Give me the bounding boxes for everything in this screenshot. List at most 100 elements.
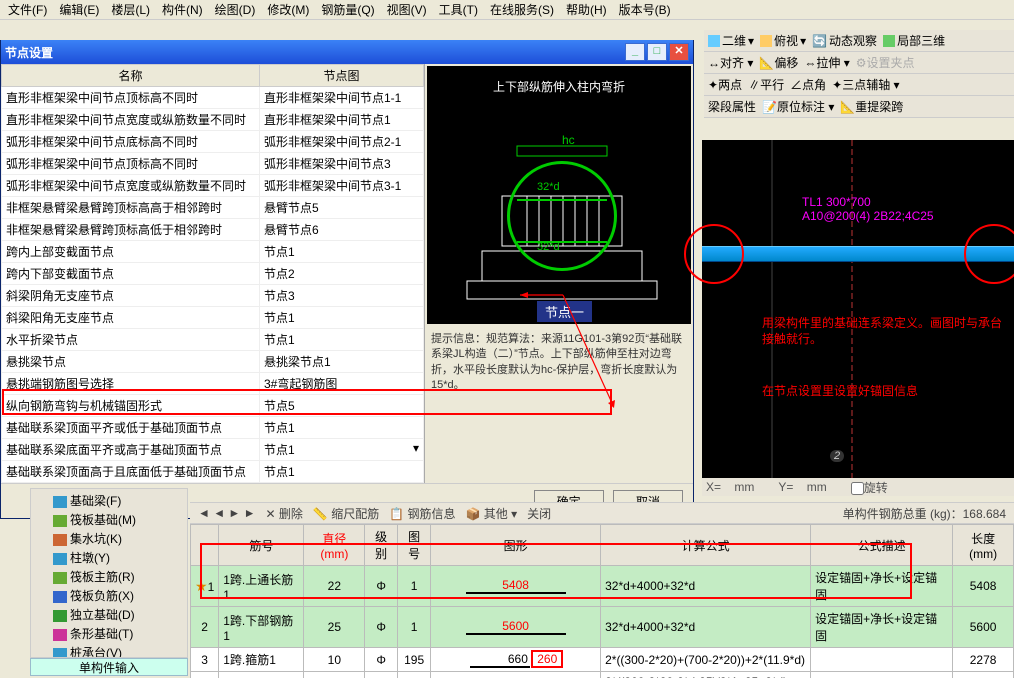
table-row[interactable]: 基础联系梁底面平齐或高于基础顶面节点节点1 ▾ xyxy=(2,439,424,461)
btn-align[interactable]: ↔对齐 ▾ xyxy=(708,54,753,71)
maximize-button[interactable]: □ xyxy=(647,43,667,61)
rebar-grid[interactable]: 筋号 直径(mm) 级别 图号 图形 计算公式 公式描述 长度(mm) ★11跨… xyxy=(190,524,1014,678)
tree-item[interactable]: 独立基础(D) xyxy=(33,605,185,624)
table-row[interactable]: 跨内上部变截面节点节点1 xyxy=(2,241,424,263)
tree-tab[interactable]: 单构件输入 xyxy=(30,658,188,676)
tree-item[interactable]: 集水坑(K) xyxy=(33,529,185,548)
table-row[interactable]: 悬挑端钢筋图号选择3#弯起钢筋图 xyxy=(2,373,424,395)
btn-close[interactable]: 关闭 xyxy=(527,505,551,522)
menu-online[interactable]: 在线服务(S) xyxy=(486,1,558,18)
table-row[interactable]: 弧形非框架梁中间节点底标高不同时弧形非框架梁中间节点2-1 xyxy=(2,131,424,153)
table-row[interactable]: 弧形非框架梁中间节点宽度或纵筋数量不同时弧形非框架梁中间节点3-1 xyxy=(2,175,424,197)
col-diameter[interactable]: 直径(mm) xyxy=(304,525,365,566)
toolbar-edit: ↔对齐 ▾ 📐偏移 ⇔拉伸 ▾ ⚙设置夹点 xyxy=(704,52,1014,74)
table-row[interactable]: 非框架悬臂梁悬臂跨顶标高低于相邻跨时悬臂节点6 xyxy=(2,219,424,241)
table-row[interactable]: 直形非框架梁中间节点宽度或纵筋数量不同时直形非框架梁中间节点1 xyxy=(2,109,424,131)
btn-parallel[interactable]: ∥平行 xyxy=(748,76,784,93)
tree-item[interactable]: 筏板负筋(X) xyxy=(33,586,185,605)
table-row[interactable]: 基础联系梁顶面平齐或低于基础顶面节点节点1 xyxy=(2,417,424,439)
tree-item[interactable]: 基础梁(F) xyxy=(33,491,185,510)
hint-text: 提示信息：规范算法：来源11G101-3第92页“基础联系梁JL构造（二）”节点… xyxy=(425,326,693,400)
btn-inplace[interactable]: 📝原位标注 ▾ xyxy=(762,98,834,115)
table-row[interactable]: 斜梁阳角无支座节点节点1 xyxy=(2,307,424,329)
dim-bottom: 32*d xyxy=(537,241,560,253)
tree-item[interactable]: 筏板主筋(R) xyxy=(33,567,185,586)
table-row[interactable]: 直形非框架梁中间节点顶标高不同时直形非框架梁中间节点1-1 xyxy=(2,87,424,109)
btn-stretch[interactable]: ⇔拉伸 ▾ xyxy=(804,54,849,71)
joint-highlight-left xyxy=(684,224,744,284)
component-tree[interactable]: 基础梁(F)筏板基础(M)集水坑(K)柱墩(Y)筏板主筋(R)筏板负筋(X)独立… xyxy=(30,488,188,658)
table-row[interactable]: 水平折梁节点节点1 xyxy=(2,329,424,351)
node-label: 节点一 xyxy=(537,301,592,322)
toolbar-draw: ✦两点 ∥平行 ∠点角 ✦三点辅轴 ▾ xyxy=(704,74,1014,96)
tree-item[interactable]: 条形基础(T) xyxy=(33,624,185,643)
table-row[interactable]: 弧形非框架梁中间节点顶标高不同时弧形非框架梁中间节点3 xyxy=(2,153,424,175)
table-row[interactable]: 悬挑梁节点悬挑梁节点1 xyxy=(2,351,424,373)
menu-component[interactable]: 构件(N) xyxy=(158,1,207,18)
btn-beamprop[interactable]: 梁段属性 xyxy=(708,98,756,115)
btn-2d[interactable]: 二维 ▾ xyxy=(708,32,754,49)
grid-row[interactable]: 21跨.下部钢筋125Φ1560032*d+4000+32*d设定锚固+净长+设… xyxy=(191,607,1014,648)
menu-bar[interactable]: 文件(F) 编辑(E) 楼层(L) 构件(N) 绘图(D) 修改(M) 钢筋量(… xyxy=(0,0,1014,20)
btn-angle[interactable]: ∠点角 xyxy=(790,76,826,93)
tree-item[interactable]: 柱墩(Y) xyxy=(33,548,185,567)
table-row[interactable]: 跨内下部变截面节点节点2 xyxy=(2,263,424,285)
col-length: 长度(mm) xyxy=(953,525,1014,566)
beam-label: TL1 300*700A10@200(4) 2B22;4C25 xyxy=(802,195,934,224)
dim-top: 32*d xyxy=(537,181,560,193)
menu-edit[interactable]: 编辑(E) xyxy=(55,1,103,18)
btn-grip[interactable]: ⚙设置夹点 xyxy=(856,54,915,71)
rotate-toggle[interactable]: 旋转 xyxy=(851,479,888,496)
toolbar-beam: 梁段属性 📝原位标注 ▾ 📐重提梁跨 xyxy=(704,96,1014,118)
col-grade: 级别 xyxy=(365,525,398,566)
annotation-1: 用梁构件里的基础连系梁定义。画图时与承台接触就行。 xyxy=(762,316,1002,347)
menu-modify[interactable]: 修改(M) xyxy=(263,1,313,18)
menu-version[interactable]: 版本号(B) xyxy=(615,1,675,18)
node-table[interactable]: 名称节点图 直形非框架梁中间节点顶标高不同时直形非框架梁中间节点1-1直形非框架… xyxy=(1,64,424,483)
btn-threepoint[interactable]: ✦三点辅轴 ▾ xyxy=(832,76,899,93)
col-barno: 筋号 xyxy=(219,525,304,566)
btn-delete[interactable]: ✕ 删除 xyxy=(266,505,303,522)
col-formula: 计算公式 xyxy=(601,525,811,566)
grid-row[interactable]: 41跨.箍筋210Φ195660 1172*((300-2*20-2*d-25)… xyxy=(191,672,1014,678)
total-weight: 单构件钢筋总重 (kg)：168.684 xyxy=(843,505,1006,522)
svg-text:hc: hc xyxy=(562,133,575,147)
dialog-titlebar[interactable]: 节点设置 _ □ ✕ xyxy=(1,40,693,64)
btn-scale[interactable]: 📏 缩尺配筋 xyxy=(313,505,379,522)
table-row[interactable]: 非框架悬臂梁悬臂跨顶标高高于相邻跨时悬臂节点5 xyxy=(2,197,424,219)
annotation-2: 在节点设置里设置好锚固信息 xyxy=(762,384,1002,400)
table-row[interactable]: 纵向钢筋弯钩与机械锚固形式节点5 xyxy=(2,395,424,417)
minimize-button[interactable]: _ xyxy=(625,43,645,61)
grid-number: 2 xyxy=(830,450,844,462)
btn-offset[interactable]: 📐偏移 xyxy=(759,54,798,71)
highlight-circle xyxy=(507,161,617,271)
btn-dynamic[interactable]: 🔄动态观察 xyxy=(812,32,877,49)
menu-view[interactable]: 视图(V) xyxy=(383,1,431,18)
drawing-canvas[interactable]: TL1 300*700A10@200(4) 2B22;4C25 用梁构件里的基础… xyxy=(702,140,1014,492)
col-shapeno: 图号 xyxy=(398,525,431,566)
close-button[interactable]: ✕ xyxy=(669,43,689,61)
nav-buttons[interactable]: ◄ ◄ ► ► xyxy=(198,506,256,520)
btn-other[interactable]: 📦 其他 ▾ xyxy=(466,505,518,522)
tree-item[interactable]: 桩承台(V) xyxy=(33,643,185,658)
col-shape: 图形 xyxy=(431,525,601,566)
btn-twopoint[interactable]: ✦两点 xyxy=(708,76,742,93)
grid-row[interactable]: 31跨.箍筋110Φ195660 2602*((300-2*20)+(700-2… xyxy=(191,648,1014,672)
menu-file[interactable]: 文件(F) xyxy=(4,1,51,18)
col-name: 名称 xyxy=(2,65,260,87)
menu-help[interactable]: 帮助(H) xyxy=(562,1,611,18)
node-preview: 上下部纵筋伸入柱内弯折 hc 32*d 32*d 节点一 xyxy=(427,66,691,324)
menu-rebar[interactable]: 钢筋量(Q) xyxy=(317,1,378,18)
table-row[interactable]: 基础联系梁顶面高于且底面低于基础顶面节点节点1 xyxy=(2,461,424,483)
btn-top[interactable]: 俯视 ▾ xyxy=(760,32,806,49)
table-row[interactable]: 斜梁阴角无支座节点节点3 xyxy=(2,285,424,307)
btn-rebar-info[interactable]: 📋 钢筋信息 xyxy=(389,505,455,522)
btn-local3d[interactable]: 局部三维 xyxy=(883,32,945,49)
node-settings-dialog: 节点设置 _ □ ✕ 名称节点图 直形非框架梁中间节点顶标高不同时直形非框架梁中… xyxy=(0,40,694,519)
grid-row[interactable]: ★11跨.上通长筋122Φ1540832*d+4000+32*d设定锚固+净长+… xyxy=(191,566,1014,607)
menu-draw[interactable]: 绘图(D) xyxy=(211,1,260,18)
menu-floor[interactable]: 楼层(L) xyxy=(107,1,154,18)
tree-item[interactable]: 筏板基础(M) xyxy=(33,510,185,529)
btn-respan[interactable]: 📐重提梁跨 xyxy=(840,98,903,115)
menu-tools[interactable]: 工具(T) xyxy=(435,1,482,18)
